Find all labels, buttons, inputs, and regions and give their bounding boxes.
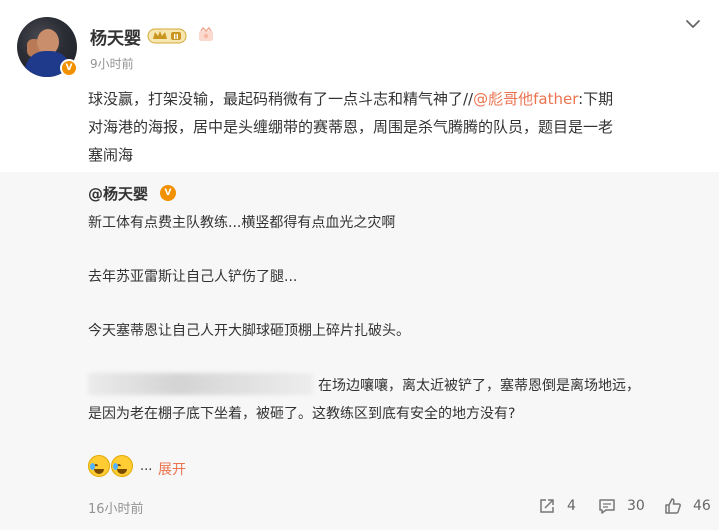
blurred-text [88,373,313,395]
repost-line-1: 新工体有点费主队教练...横竖都得有点血光之灾啊 [88,215,396,231]
laugh-cry-emoji [88,455,110,477]
crown-level-icon: II [147,28,187,44]
post-text-suffix: :下期 [578,90,614,108]
expand-link[interactable]: 展开 [158,459,186,479]
verified-icon: V [160,185,176,201]
badge-icon [199,26,213,41]
svg-text:II: II [173,33,178,41]
like-icon [665,498,681,514]
post-username[interactable]: 杨天婴 [90,24,141,49]
repost-username[interactable]: @杨天婴 [88,183,148,204]
post-text-line3: 塞闹海 [88,146,134,164]
post-text: 球没赢，打架没输，最起码稍微有了一点斗志和精气神了//@彪哥他father:下期… [88,85,708,169]
weibo-post-card: V 杨天婴 II 9小时前 球没赢，打架没输，最起码稍微有了一点斗志和精气神了/… [0,0,719,530]
repost-line-4: 在场边嚷嚷，离太近被铲了，塞蒂恩倒是离场地远， [318,378,640,394]
comment-icon [599,499,615,514]
post-time[interactable]: 9小时前 [90,55,134,72]
repost-line-5: 是因为老在棚子底下坐着，被砸了。这教练区到底有安全的地方没有? [88,406,516,422]
repost-line-3: 今天塞蒂恩让自己人开大脚球砸顶棚上碎片扎破头。 [88,323,410,339]
post-text-line2: 对海港的海报，居中是头缠绷带的赛蒂恩，周围是杀气腾腾的队员，题目是一老 [88,118,614,136]
repost-line-2: 去年苏亚雷斯让自己人铲伤了腿... [88,269,298,285]
chevron-down-icon[interactable] [684,15,702,33]
share-icon [540,499,554,513]
like-count: 46 [693,498,711,514]
mention-link[interactable]: @彪哥他father [473,90,578,108]
share-count: 4 [567,498,576,514]
repost-time[interactable]: 16小时前 [88,498,144,517]
laugh-cry-emoji [111,455,133,477]
ellipsis: ... [140,459,153,474]
post-text-prefix: 球没赢，打架没输，最起码稍微有了一点斗志和精气神了// [88,90,474,108]
verified-icon: V [60,59,78,77]
comment-count: 30 [627,498,645,514]
share-button[interactable]: 4 [537,494,576,518]
like-button[interactable]: 46 [663,494,711,518]
comment-button[interactable]: 30 [597,494,645,518]
